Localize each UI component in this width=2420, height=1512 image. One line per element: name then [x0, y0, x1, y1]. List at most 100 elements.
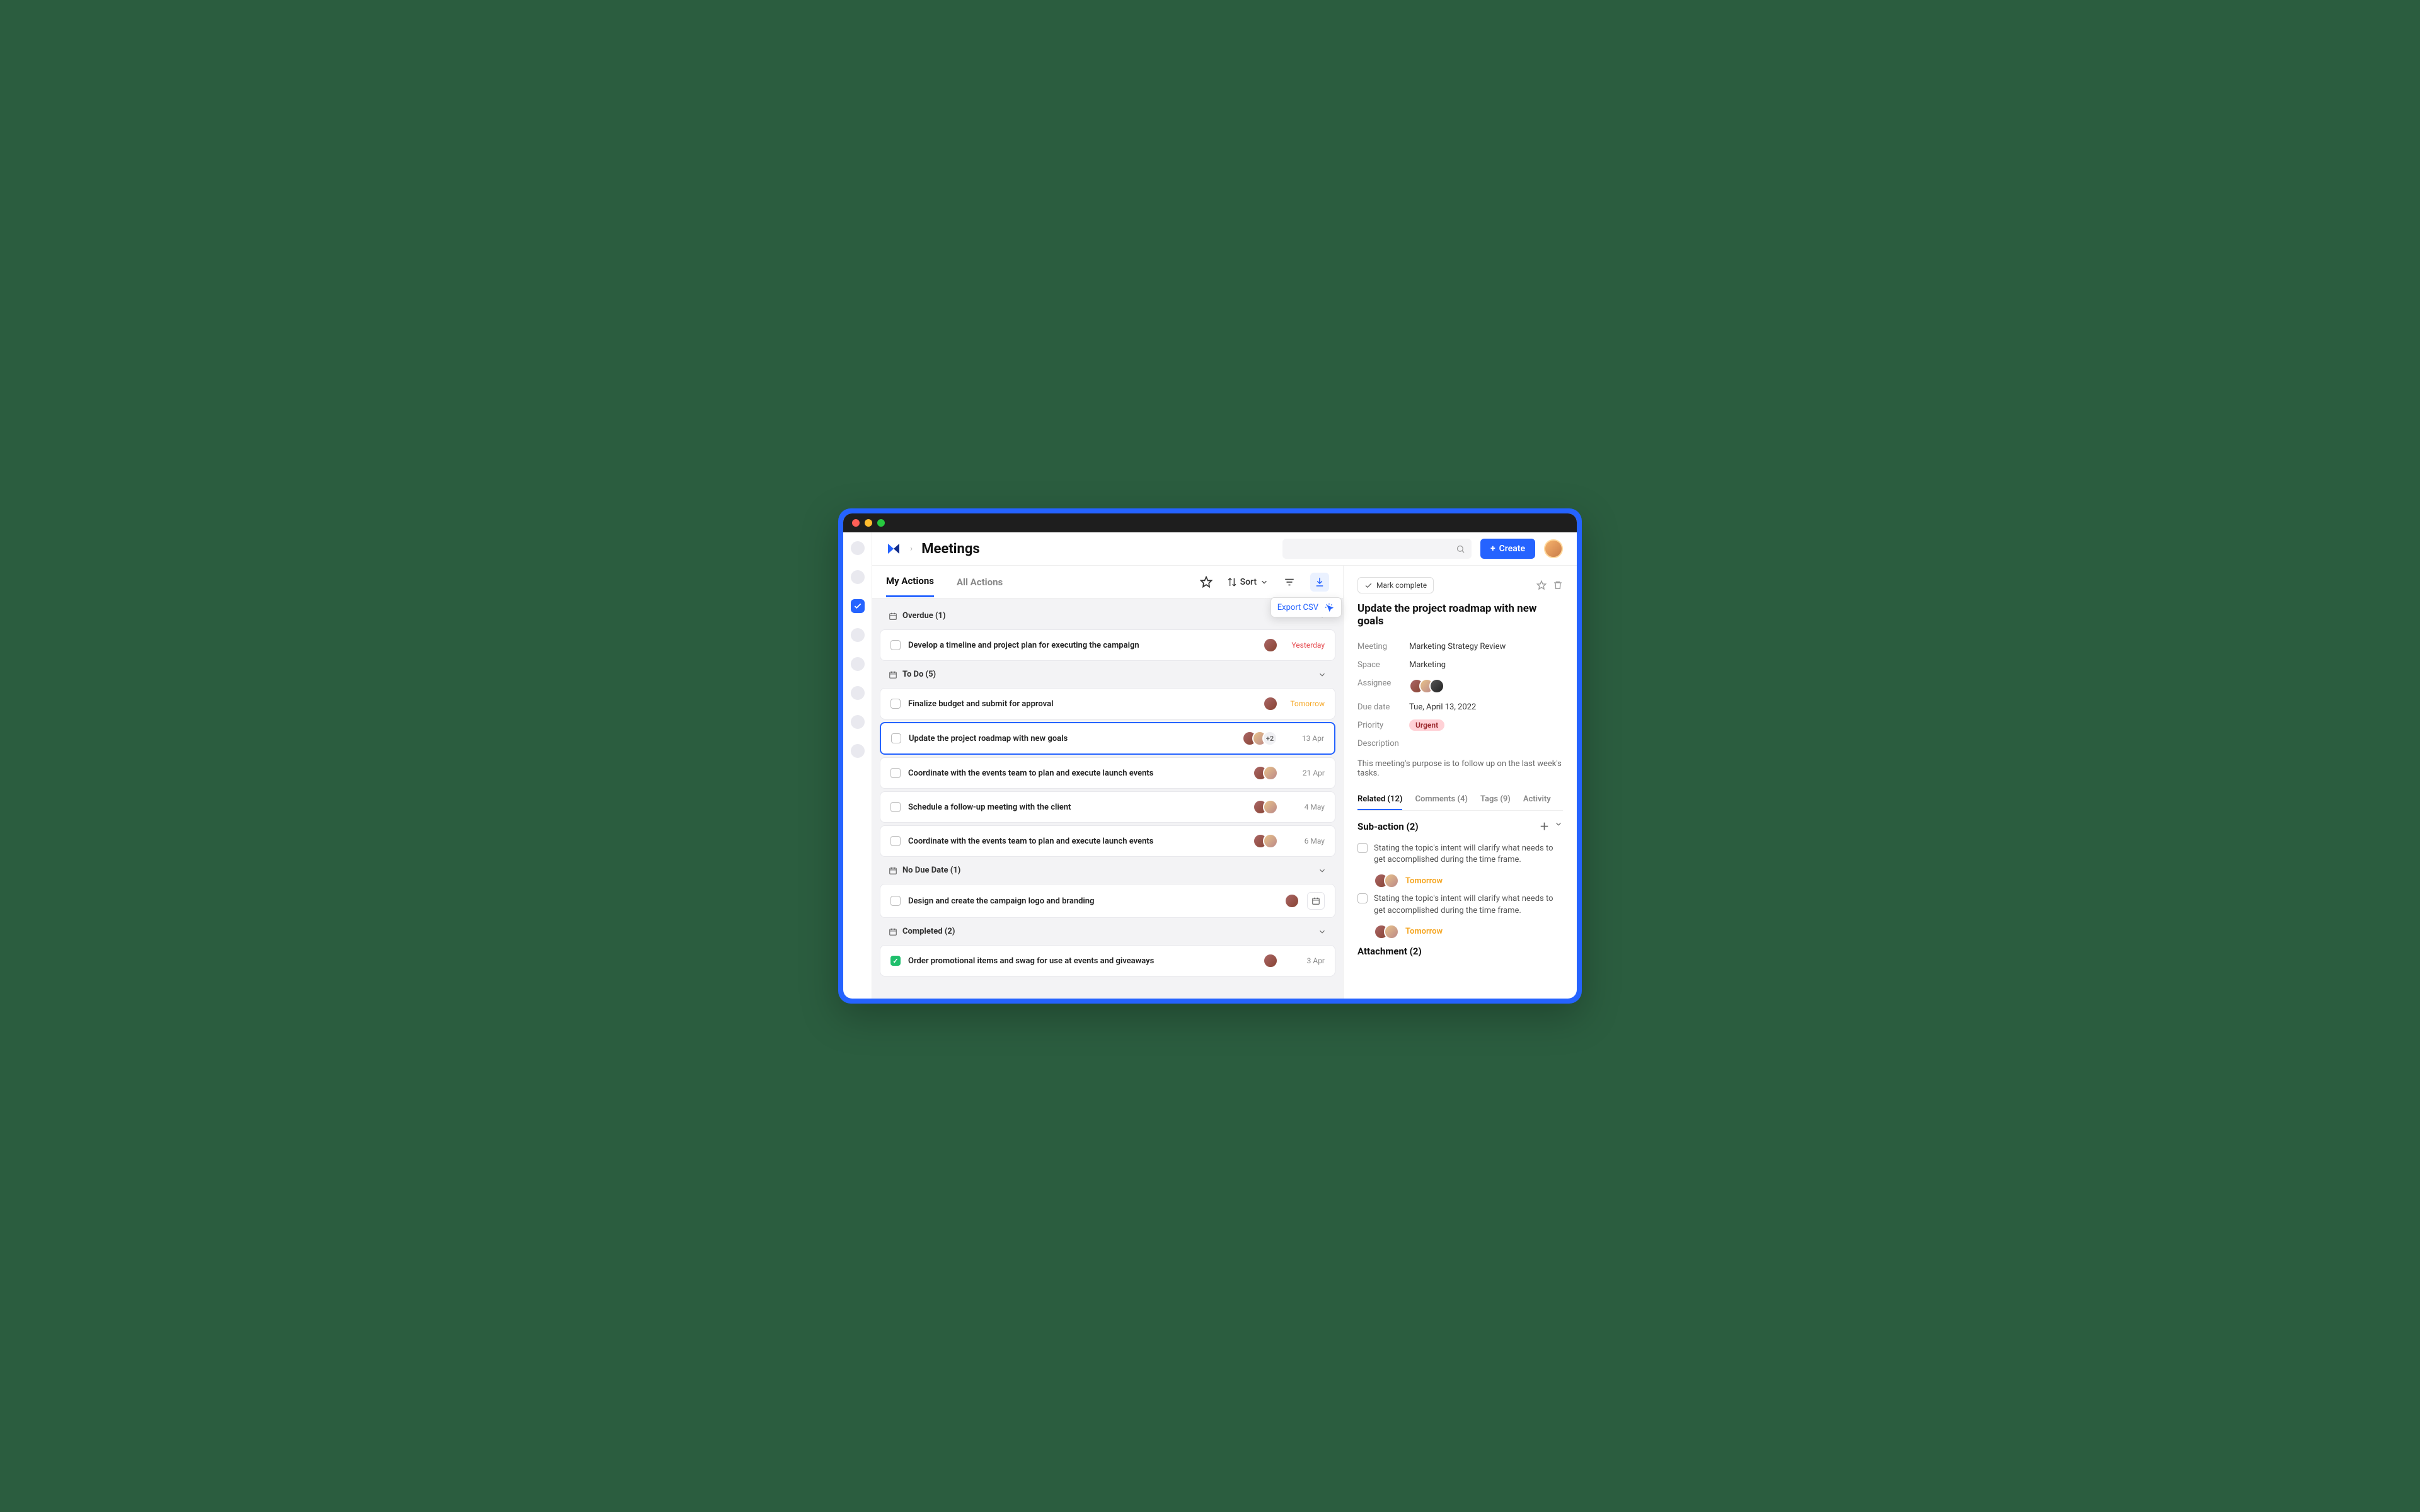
tab-my-actions[interactable]: My Actions: [886, 566, 934, 597]
collapse-subactions-button[interactable]: [1554, 820, 1563, 833]
task-row[interactable]: Finalize budget and submit for approvalT…: [880, 688, 1335, 719]
create-button[interactable]: + Create: [1480, 539, 1535, 559]
rail-item-6[interactable]: [851, 686, 865, 700]
rail-item-actions-active[interactable]: [851, 599, 865, 613]
task-due: Tomorrow: [1286, 699, 1325, 708]
task-title: Coordinate with the events team to plan …: [908, 769, 1245, 778]
sort-icon: [1227, 577, 1237, 587]
rail-item-8[interactable]: [851, 744, 865, 758]
group-label: Overdue (1): [902, 611, 946, 621]
task-checkbox[interactable]: [890, 836, 901, 846]
download-button[interactable]: [1310, 573, 1329, 592]
meta-assignee-value[interactable]: [1409, 679, 1444, 694]
subaction-item[interactable]: Stating the topic's intent will clarify …: [1357, 888, 1563, 921]
subaction-checkbox[interactable]: [1357, 843, 1368, 853]
tab-all-actions[interactable]: All Actions: [957, 568, 1003, 597]
task-row[interactable]: Coordinate with the events team to plan …: [880, 825, 1335, 857]
rail-item-2[interactable]: [851, 570, 865, 584]
task-row[interactable]: Schedule a follow-up meeting with the cl…: [880, 791, 1335, 823]
titlebar: [843, 513, 1577, 532]
sort-button[interactable]: Sort: [1227, 577, 1269, 587]
group-header[interactable]: Completed (2): [876, 920, 1339, 942]
group-header[interactable]: Overdue (1): [876, 605, 1339, 627]
task-checkbox[interactable]: [890, 802, 901, 812]
create-label: Create: [1499, 544, 1525, 554]
export-csv-tooltip[interactable]: Export CSV: [1270, 597, 1342, 617]
meta-space-label: Space: [1357, 660, 1409, 670]
detail-title: Update the project roadmap with new goal…: [1357, 602, 1563, 627]
meta-space-value[interactable]: Marketing: [1409, 660, 1446, 670]
app-window: › Meetings + Create My: [843, 513, 1577, 999]
dtab-related[interactable]: Related (12): [1357, 789, 1402, 810]
chevron-down-icon: [1260, 578, 1269, 587]
chevron-down-icon: [1318, 927, 1327, 936]
task-title: Update the project roadmap with new goal…: [909, 734, 1235, 743]
meta-priority-value[interactable]: Urgent: [1409, 721, 1444, 730]
dtab-tags[interactable]: Tags (9): [1480, 789, 1511, 810]
favorite-button[interactable]: [1197, 573, 1216, 592]
maximize-dot[interactable]: [877, 519, 885, 527]
task-checkbox[interactable]: [890, 699, 901, 709]
export-csv-label: Export CSV: [1277, 603, 1318, 612]
dtab-comments[interactable]: Comments (4): [1415, 789, 1467, 810]
subaction-checkbox[interactable]: [1357, 893, 1368, 903]
task-due: 21 Apr: [1286, 769, 1325, 777]
task-due: 6 May: [1286, 837, 1325, 845]
chevron-down-icon: [1318, 670, 1327, 679]
rail-item-5[interactable]: [851, 657, 865, 671]
detail-tabs: Related (12) Comments (4) Tags (9) Activ…: [1357, 789, 1563, 811]
mark-complete-button[interactable]: Mark complete: [1357, 577, 1434, 593]
actions-list-column: My Actions All Actions Sort: [872, 566, 1344, 999]
add-subaction-button[interactable]: ＋: [1540, 820, 1549, 833]
task-checkbox[interactable]: [890, 896, 901, 906]
task-avatar: [1263, 638, 1278, 653]
close-dot[interactable]: [852, 519, 860, 527]
app-logo[interactable]: [886, 541, 901, 556]
meta-meeting-value[interactable]: Marketing Strategy Review: [1409, 642, 1506, 651]
meta-due-label: Due date: [1357, 702, 1409, 712]
dtab-activity[interactable]: Activity: [1523, 789, 1551, 810]
group-header[interactable]: To Do (5): [876, 663, 1339, 685]
group-label: To Do (5): [902, 670, 936, 679]
task-checkbox[interactable]: [890, 640, 901, 650]
task-checkbox[interactable]: [891, 733, 901, 743]
priority-pill: Urgent: [1409, 719, 1444, 731]
task-due: 13 Apr: [1285, 734, 1324, 743]
filter-button[interactable]: [1280, 573, 1299, 592]
subaction-due: Tomorrow: [1405, 927, 1443, 936]
group-header[interactable]: No Due Date (1): [876, 859, 1339, 881]
meta-due-value[interactable]: Tue, April 13, 2022: [1409, 702, 1476, 712]
set-due-date-button[interactable]: [1307, 892, 1325, 910]
task-checkbox[interactable]: [890, 768, 901, 778]
detail-star-button[interactable]: [1536, 580, 1547, 590]
meta-priority-label: Priority: [1357, 721, 1409, 730]
chevron-down-icon: [1554, 820, 1563, 828]
task-row[interactable]: Order promotional items and swag for use…: [880, 945, 1335, 976]
group-label: Completed (2): [902, 927, 955, 936]
cursor-click-icon: [1323, 602, 1335, 613]
task-row[interactable]: Update the project roadmap with new goal…: [880, 722, 1335, 755]
window-frame: › Meetings + Create My: [838, 508, 1582, 1004]
task-avatar: [1263, 953, 1278, 968]
task-checkbox[interactable]: [890, 956, 901, 966]
rail-item-1[interactable]: [851, 541, 865, 555]
subaction-item[interactable]: Stating the topic's intent will clarify …: [1357, 838, 1563, 871]
trash-icon: [1553, 580, 1563, 590]
topbar: › Meetings + Create: [872, 532, 1577, 566]
task-avatar: [1263, 765, 1278, 781]
detail-delete-button[interactable]: [1553, 580, 1563, 590]
minimize-dot[interactable]: [865, 519, 872, 527]
detail-description: This meeting's purpose is to follow up o…: [1357, 759, 1563, 778]
task-row[interactable]: Develop a timeline and project plan for …: [880, 629, 1335, 661]
task-list-scroll[interactable]: Overdue (1) Develop a timeline and projec…: [872, 598, 1343, 999]
task-row[interactable]: Coordinate with the events team to plan …: [880, 757, 1335, 789]
task-row[interactable]: Design and create the campaign logo and …: [880, 884, 1335, 918]
calendar-icon: [889, 927, 897, 936]
search-icon: [1456, 544, 1465, 554]
subactions-heading: Sub-action (2): [1357, 821, 1419, 832]
search-input[interactable]: [1282, 539, 1472, 559]
user-avatar[interactable]: [1544, 539, 1563, 558]
subaction-avatar: [1384, 924, 1399, 939]
rail-item-7[interactable]: [851, 715, 865, 729]
rail-item-4[interactable]: [851, 628, 865, 642]
